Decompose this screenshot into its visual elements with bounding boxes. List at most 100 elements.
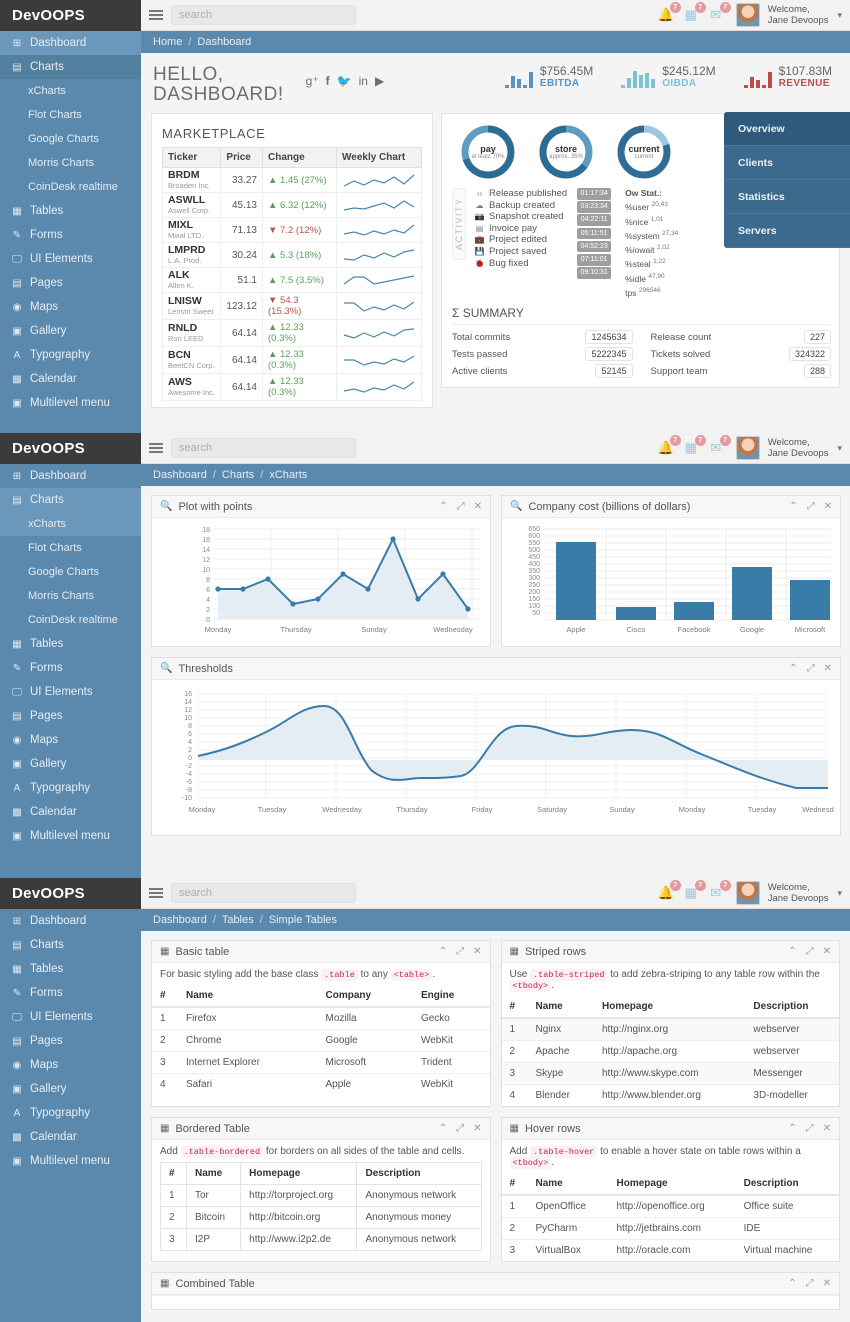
linkedin-icon[interactable]: in — [359, 74, 368, 88]
collapse-icon[interactable]: ⌃ — [788, 1123, 796, 1134]
table-row[interactable]: 3 I2P http://www.i2p2.de Anonymous network — [160, 1228, 482, 1251]
sidebar-item-tables[interactable]: ▦ Tables — [0, 957, 141, 981]
sidebar-item-dashboard[interactable]: ⊞ Dashboard — [0, 909, 141, 933]
table-row[interactable]: 2 Chrome Google WebKit — [152, 1029, 490, 1052]
sidebar-item-calendar[interactable]: ▩ Calendar — [0, 367, 141, 391]
table-row[interactable]: 1 Nginx http://nginx.org webserver — [501, 1017, 839, 1041]
collapse-icon[interactable]: ⌃ — [788, 1278, 796, 1289]
sidebar-subitem-google-charts[interactable]: Google Charts — [0, 127, 141, 151]
sidebar-item-multilevel-menu[interactable]: ▣ Multilevel menu — [0, 824, 141, 848]
collapse-icon[interactable]: ⌃ — [439, 1123, 447, 1134]
sidebar-item-typography[interactable]: A Typography — [0, 776, 141, 800]
sidebar-item-gallery[interactable]: ▣ Gallery — [0, 752, 141, 776]
expand-icon[interactable]: ⤢ — [457, 501, 465, 512]
table-row[interactable]: 2 Apache http://apache.org webserver — [501, 1040, 839, 1063]
table-row[interactable]: AWS Awesome Inc. 64.14 ▲ 12.33 (0.3%) — [161, 373, 422, 401]
sidebar-item-calendar[interactable]: ▩ Calendar — [0, 1125, 141, 1149]
sidebar-subitem-morris-charts[interactable]: Morris Charts — [0, 151, 141, 175]
sidebar-item-forms[interactable]: ✎ Forms — [0, 223, 141, 247]
sidebar-item-pages[interactable]: ▤ Pages — [0, 1029, 141, 1053]
sidebar-subitem-flot-charts[interactable]: Flot Charts — [0, 103, 141, 127]
table-row[interactable]: ALK Allen K. 51.1 ▲ 7.5 (3.5%) — [161, 267, 422, 293]
table-row[interactable]: 3 Internet Explorer Microsoft Trident — [152, 1051, 490, 1074]
sidebar-item-forms[interactable]: ✎ Forms — [0, 656, 141, 680]
sidebar-item-tables[interactable]: ▦ Tables — [0, 199, 141, 223]
sidebar-item-gallery[interactable]: ▣ Gallery — [0, 319, 141, 343]
expand-icon[interactable]: ⤢ — [456, 1123, 464, 1134]
chevron-down-icon[interactable]: ▾ — [837, 888, 842, 899]
user-menu[interactable]: Welcome, Jane Devoops — [768, 4, 829, 26]
table-row[interactable]: BCN BeetCN Corp. 64.14 ▲ 12.33 (0.3%) — [161, 346, 422, 374]
breadcrumb-item-home[interactable]: Home — [153, 36, 182, 48]
close-icon[interactable]: ✕ — [823, 1278, 831, 1289]
close-icon[interactable]: ✕ — [823, 1123, 831, 1134]
chevron-down-icon[interactable]: ▾ — [837, 443, 842, 454]
mail-icon[interactable]: ✉ 7 — [705, 880, 731, 904]
sidebar-item-charts[interactable]: ▤ Charts — [0, 488, 141, 512]
collapse-icon[interactable]: ⌃ — [788, 946, 796, 957]
sidebar-item-pages[interactable]: ▤ Pages — [0, 704, 141, 728]
table-row[interactable]: 1 Firefox Mozilla Gecko — [152, 1006, 490, 1030]
sidebar-item-typography[interactable]: A Typography — [0, 343, 141, 367]
sidebar-subitem-xcharts[interactable]: xCharts — [0, 512, 141, 536]
sidebar-item-gallery[interactable]: ▣ Gallery — [0, 1077, 141, 1101]
expand-icon[interactable]: ⤢ — [807, 501, 815, 512]
table-row[interactable]: 3 VirtualBox http://oracle.com Virtual mach… — [501, 1239, 839, 1261]
avatar[interactable] — [735, 881, 760, 905]
expand-icon[interactable]: ⤢ — [806, 1278, 814, 1289]
bell-icon[interactable]: 🔔 7 — [655, 880, 681, 904]
breadcrumb-item-tables[interactable]: Tables — [222, 914, 254, 926]
sidebar-item-dashboard[interactable]: ⊞ Dashboard — [0, 464, 141, 488]
sidebar-subitem-flot-charts[interactable]: Flot Charts — [0, 536, 141, 560]
collapse-icon[interactable]: ⌃ — [439, 501, 447, 512]
close-icon[interactable]: ✕ — [473, 1123, 481, 1134]
sidebar-subitem-coindesk[interactable]: CoinDesk realtime — [0, 608, 141, 632]
table-row[interactable]: 2 Bitcoin http://bitcoin.org Anonymous mone… — [160, 1206, 482, 1229]
youtube-icon[interactable]: ▶ — [375, 74, 384, 88]
breadcrumb-item-dashboard[interactable]: Dashboard — [197, 36, 251, 48]
table-row[interactable]: 3 Skype http://www.skype.com Messenger — [501, 1062, 839, 1085]
breadcrumb-item-simple-tables[interactable]: Simple Tables — [269, 914, 337, 926]
collapse-icon[interactable]: ⌃ — [789, 663, 797, 674]
collapse-icon[interactable]: ⌃ — [789, 501, 797, 512]
sidebar-subitem-xcharts[interactable]: xCharts — [0, 79, 141, 103]
expand-icon[interactable]: ⤢ — [806, 1123, 814, 1134]
close-icon[interactable]: ✕ — [824, 663, 832, 674]
sidebar-item-ui-elements[interactable]: 🖵 UI Elements — [0, 1005, 141, 1029]
sidebar-item-charts[interactable]: ▤ Charts — [0, 933, 141, 957]
sidebar-item-maps[interactable]: ◉ Maps — [0, 728, 141, 752]
table-row[interactable]: 4 Safari Apple WebKit — [152, 1073, 490, 1095]
avatar[interactable] — [735, 436, 760, 460]
search-input[interactable]: search — [171, 5, 356, 25]
sidebar-item-maps[interactable]: ◉ Maps — [0, 295, 141, 319]
sidebar-subitem-google-charts[interactable]: Google Charts — [0, 560, 141, 584]
calendar-icon[interactable]: ▦ 7 — [680, 2, 706, 26]
facebook-icon[interactable]: f — [326, 74, 330, 88]
table-row[interactable]: LNISW Lenstri Sweet 123.12 ▼ 54.3 (15.3%) — [161, 292, 422, 320]
breadcrumb-item-dashboard[interactable]: Dashboard — [153, 914, 207, 926]
table-row[interactable]: 2 PyCharm http://jetbrains.com IDE — [501, 1217, 839, 1240]
brand-logo[interactable]: DevOOPS — [0, 878, 141, 909]
table-row[interactable]: MIXL Mixal LTD. 71.13 ▼ 7.2 (12%) — [161, 217, 422, 243]
table-row[interactable]: ASWLL Aswell Corp. 45.13 ▲ 6.32 (12%) — [161, 192, 422, 218]
mail-icon[interactable]: ✉ 7 — [705, 2, 731, 26]
sidebar-item-dashboard[interactable]: ⊞ Dashboard — [0, 31, 141, 55]
bell-icon[interactable]: 🔔 7 — [655, 2, 681, 26]
breadcrumb-item-dashboard[interactable]: Dashboard — [153, 469, 207, 481]
side-tab-servers[interactable]: Servers — [724, 214, 850, 248]
close-icon[interactable]: ✕ — [474, 501, 482, 512]
sidebar-subitem-coindesk[interactable]: CoinDesk realtime — [0, 175, 141, 199]
sidebar-item-multilevel-menu[interactable]: ▣ Multilevel menu — [0, 391, 141, 415]
search-input[interactable]: search — [171, 883, 356, 903]
sidebar-item-forms[interactable]: ✎ Forms — [0, 981, 141, 1005]
brand-logo[interactable]: DevOOPS — [0, 433, 141, 464]
mail-icon[interactable]: ✉ 7 — [705, 435, 731, 459]
table-row[interactable]: LMPRD L.A. Prod. 30.24 ▲ 5.3 (18%) — [161, 242, 422, 268]
sidebar-item-maps[interactable]: ◉ Maps — [0, 1053, 141, 1077]
side-tab-clients[interactable]: Clients — [724, 146, 850, 180]
side-tab-statistics[interactable]: Statistics — [724, 180, 850, 214]
close-icon[interactable]: ✕ — [823, 946, 831, 957]
expand-icon[interactable]: ⤢ — [456, 946, 464, 957]
sidebar-item-multilevel-menu[interactable]: ▣ Multilevel menu — [0, 1149, 141, 1173]
table-row[interactable]: BRDM Broaden Inc. 33.27 ▲ 1.45 (27%) — [161, 167, 422, 193]
